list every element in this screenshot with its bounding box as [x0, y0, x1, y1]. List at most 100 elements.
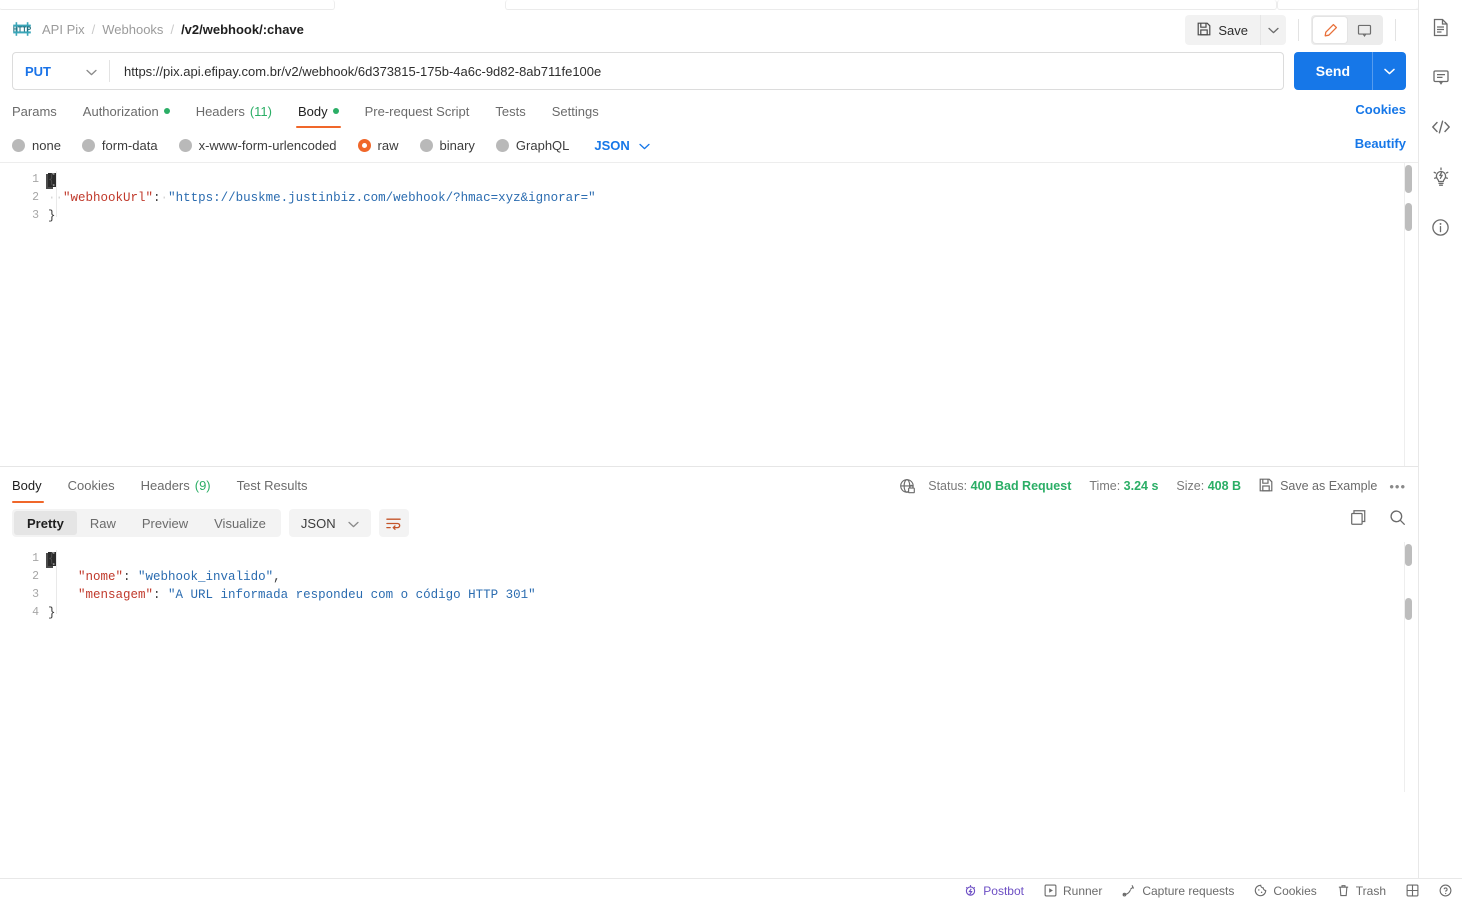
radio-binary-icon [419, 138, 433, 152]
tab-tests-label: Tests [495, 103, 526, 119]
response-token-punc: } [48, 606, 56, 620]
runner-icon [1044, 884, 1057, 897]
response-line-number: 1 [32, 552, 39, 565]
request-code-line[interactable]: { [48, 171, 1396, 189]
pencil-icon[interactable] [1313, 17, 1347, 43]
tab-remnant-1[interactable] [0, 0, 335, 10]
request-code-lines[interactable]: {··"webhookUrl":·"https://buskme.justinb… [48, 163, 1396, 225]
response-token-punc: : [123, 570, 139, 584]
help-button[interactable] [1439, 884, 1452, 897]
response-scrollbar-thumb-top[interactable] [1405, 544, 1412, 566]
info-icon[interactable] [1428, 214, 1454, 240]
copy-icon[interactable] [1350, 509, 1367, 526]
tab-body[interactable]: Body [285, 94, 352, 128]
response-tab-cookies[interactable]: Cookies [55, 469, 128, 503]
comment-icon[interactable] [1347, 17, 1381, 43]
response-format-label: JSON [300, 515, 336, 531]
view-mode-pretty[interactable]: Pretty [14, 511, 77, 535]
trash-button[interactable]: Trash [1337, 884, 1386, 898]
response-view-modes: Pretty Raw Preview Visualize [12, 509, 281, 537]
search-icon[interactable] [1389, 509, 1406, 526]
cookies-link[interactable]: Cookies [1355, 102, 1406, 117]
tab-pre-request-script-label: Pre-request Script [364, 103, 470, 119]
breadcrumb-bar: HTTP API Pix / Webhooks / /v2/webhook/:c… [0, 10, 1418, 48]
request-body-editor[interactable]: 1 2 3 {··"webhookUrl":·"https://buskme.jus… [0, 162, 1418, 466]
ellipsis-icon[interactable]: ••• [1389, 479, 1406, 494]
layout-toggle-button[interactable] [1406, 884, 1419, 897]
response-tab-test-results[interactable]: Test Results [224, 469, 321, 503]
size-value: 408 B [1207, 479, 1242, 493]
http-method-selector[interactable]: PUT [13, 53, 109, 89]
breadcrumb-item-0[interactable]: API Pix [42, 22, 85, 37]
body-type-none[interactable]: none [12, 138, 73, 153]
status-value: 400 Bad Request [970, 479, 1072, 493]
body-type-graphql[interactable]: GraphQL [495, 138, 581, 153]
floppy-disk-icon [1259, 478, 1273, 495]
tab-pre-request-script[interactable]: Pre-request Script [352, 94, 483, 128]
response-tab-body[interactable]: Body [12, 469, 55, 503]
svg-text:HTTP: HTTP [13, 27, 32, 34]
chevron-down-icon [86, 64, 97, 79]
body-type-raw-label: raw [377, 137, 399, 153]
tab-authorization[interactable]: Authorization [70, 94, 183, 128]
request-token-ws: ·· [48, 191, 64, 205]
postbot-button[interactable]: Postbot [964, 884, 1024, 898]
response-code-line[interactable]: { [48, 550, 1396, 568]
beautify-link[interactable]: Beautify [1355, 136, 1406, 151]
documentation-icon[interactable] [1428, 14, 1454, 40]
body-type-raw[interactable]: raw [357, 137, 411, 153]
response-format-selector[interactable]: JSON [288, 509, 371, 537]
cookies-button[interactable]: Cookies [1254, 884, 1317, 898]
body-type-urlencoded[interactable]: x-www-form-urlencoded [178, 138, 349, 153]
tab-headers[interactable]: Headers (11) [183, 94, 285, 128]
body-type-form-data[interactable]: form-data [81, 138, 170, 153]
send-button[interactable]: Send [1293, 52, 1372, 90]
view-mode-visualize[interactable]: Visualize [201, 511, 279, 535]
globe-lock-icon[interactable] [899, 478, 916, 495]
capture-requests-button[interactable]: Capture requests [1122, 884, 1234, 898]
tab-remnant-2[interactable] [505, 0, 1277, 10]
view-mode-raw[interactable]: Raw [77, 511, 129, 535]
breadcrumb: API Pix / Webhooks / /v2/webhook/:chave [42, 22, 304, 37]
postbot-lightbulb-icon[interactable] [1428, 164, 1454, 190]
response-code-lines[interactable]: { "nome": "webhook_invalido", "mensagem"… [48, 542, 1396, 622]
response-tab-body-label: Body [12, 478, 42, 493]
tab-headers-count: (11) [249, 103, 272, 119]
tab-tests[interactable]: Tests [482, 94, 538, 128]
method-url-group: PUT [12, 52, 1284, 90]
response-tab-headers[interactable]: Headers (9) [128, 469, 224, 503]
response-scroll-track [1404, 542, 1413, 792]
request-token-punc: : [153, 191, 161, 205]
runner-button[interactable]: Runner [1044, 884, 1102, 898]
request-scrollbar-thumb[interactable] [1405, 203, 1412, 231]
save-options-caret[interactable] [1260, 15, 1286, 45]
postbot-label: Postbot [983, 883, 1024, 898]
request-scrollbar-thumb-top[interactable] [1405, 165, 1412, 193]
save-as-example-button[interactable]: Save as Example [1259, 478, 1377, 495]
breadcrumb-item-current[interactable]: /v2/webhook/:chave [181, 22, 304, 37]
comments-icon[interactable] [1428, 64, 1454, 90]
body-type-binary[interactable]: binary [419, 138, 487, 153]
response-body-editor[interactable]: 1 2 3 4 { "nome": "webhook_invalido", "mens… [0, 542, 1418, 792]
request-code-line[interactable]: } [48, 207, 1396, 225]
code-snippet-icon[interactable] [1428, 114, 1454, 140]
raw-format-selector[interactable]: JSON [594, 138, 650, 153]
response-token-str: "A URL informada respondeu com o código … [168, 588, 536, 602]
view-mode-preview[interactable]: Preview [129, 511, 201, 535]
tab-body-label: Body [297, 103, 328, 119]
send-options-caret[interactable] [1372, 52, 1406, 90]
save-button[interactable]: Save [1185, 15, 1260, 45]
tab-settings-label: Settings [551, 103, 599, 119]
request-token-ws: · [160, 191, 169, 205]
response-code-line[interactable]: "nome": "webhook_invalido", [48, 568, 1396, 586]
request-code-line[interactable]: ··"webhookUrl":·"https://buskme.justinbi… [48, 189, 1396, 207]
url-input[interactable] [110, 53, 1283, 89]
response-code-line[interactable]: "mensagem": "A URL informada respondeu c… [48, 586, 1396, 604]
response-code-line[interactable]: } [48, 604, 1396, 622]
tab-settings[interactable]: Settings [539, 94, 612, 128]
breadcrumb-item-1[interactable]: Webhooks [102, 22, 163, 37]
response-scrollbar-thumb[interactable] [1405, 598, 1412, 620]
tab-strip [0, 0, 1462, 10]
word-wrap-icon[interactable] [378, 509, 409, 537]
tab-params[interactable]: Params [12, 94, 70, 128]
